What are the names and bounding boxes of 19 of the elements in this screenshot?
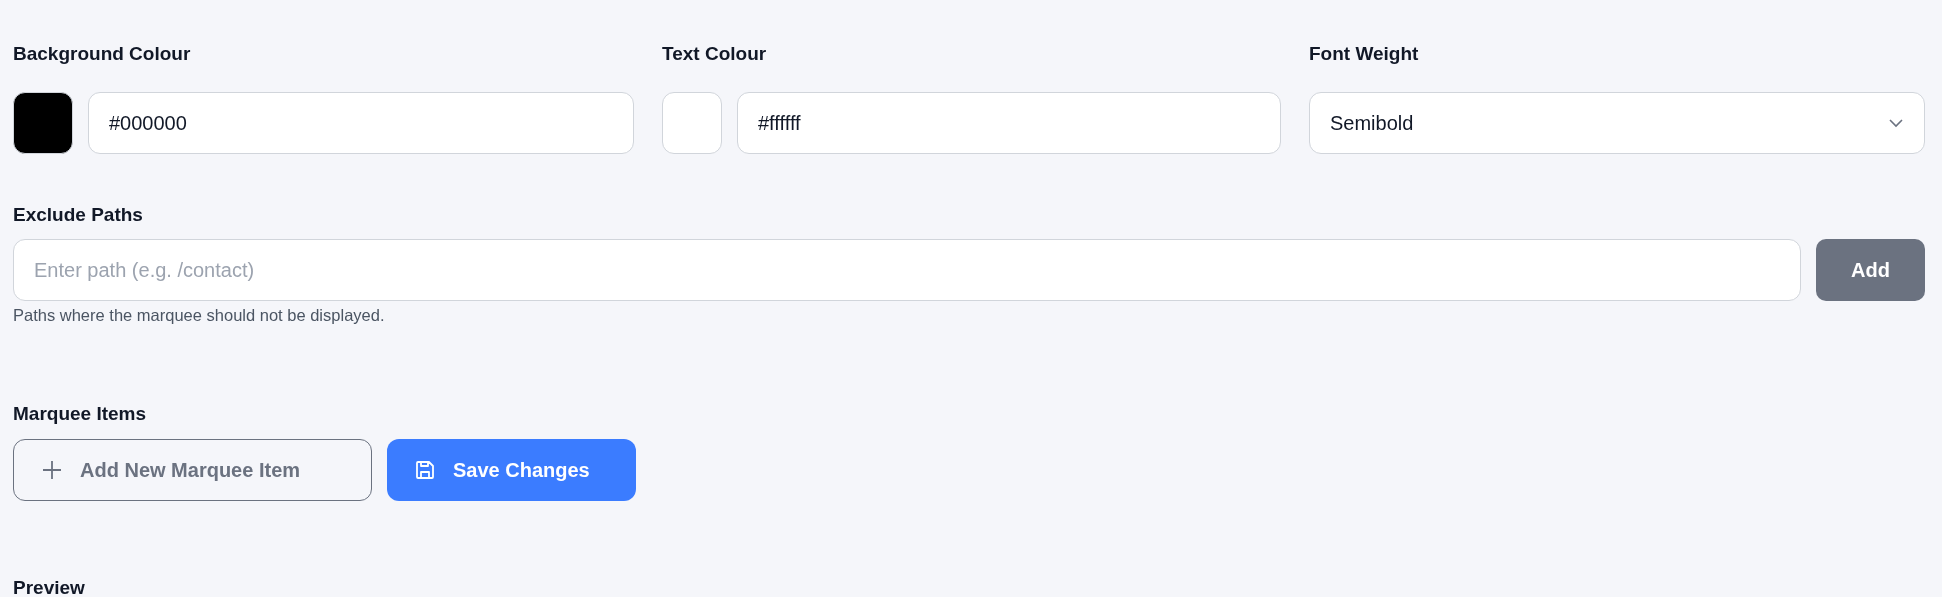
path-input[interactable]: Enter path (e.g. /contact): [13, 239, 1801, 301]
section-label: Exclude Paths: [13, 203, 143, 227]
help-text: Paths where the marquee should not be displayed.: [13, 305, 385, 325]
field-label: Text Colour: [662, 42, 767, 66]
add-item-button[interactable]: Add New Marquee Item: [13, 439, 372, 501]
chevron-down-icon: [1888, 118, 1904, 128]
color-swatch[interactable]: [662, 92, 722, 154]
save-button[interactable]: Save Changes: [387, 439, 636, 501]
color-input[interactable]: #ffffff: [737, 92, 1281, 154]
plus-icon: [42, 460, 62, 480]
field-label: Background Colour: [13, 42, 191, 66]
color-input[interactable]: #000000: [88, 92, 634, 154]
field-label: Font Weight: [1309, 42, 1419, 66]
add-button[interactable]: Add: [1816, 239, 1925, 301]
font-weight-select[interactable]: Semibold: [1309, 92, 1925, 154]
section-label: Preview: [13, 576, 85, 597]
save-icon: [415, 460, 435, 480]
color-swatch[interactable]: [13, 92, 73, 154]
section-label: Marquee Items: [13, 402, 147, 426]
